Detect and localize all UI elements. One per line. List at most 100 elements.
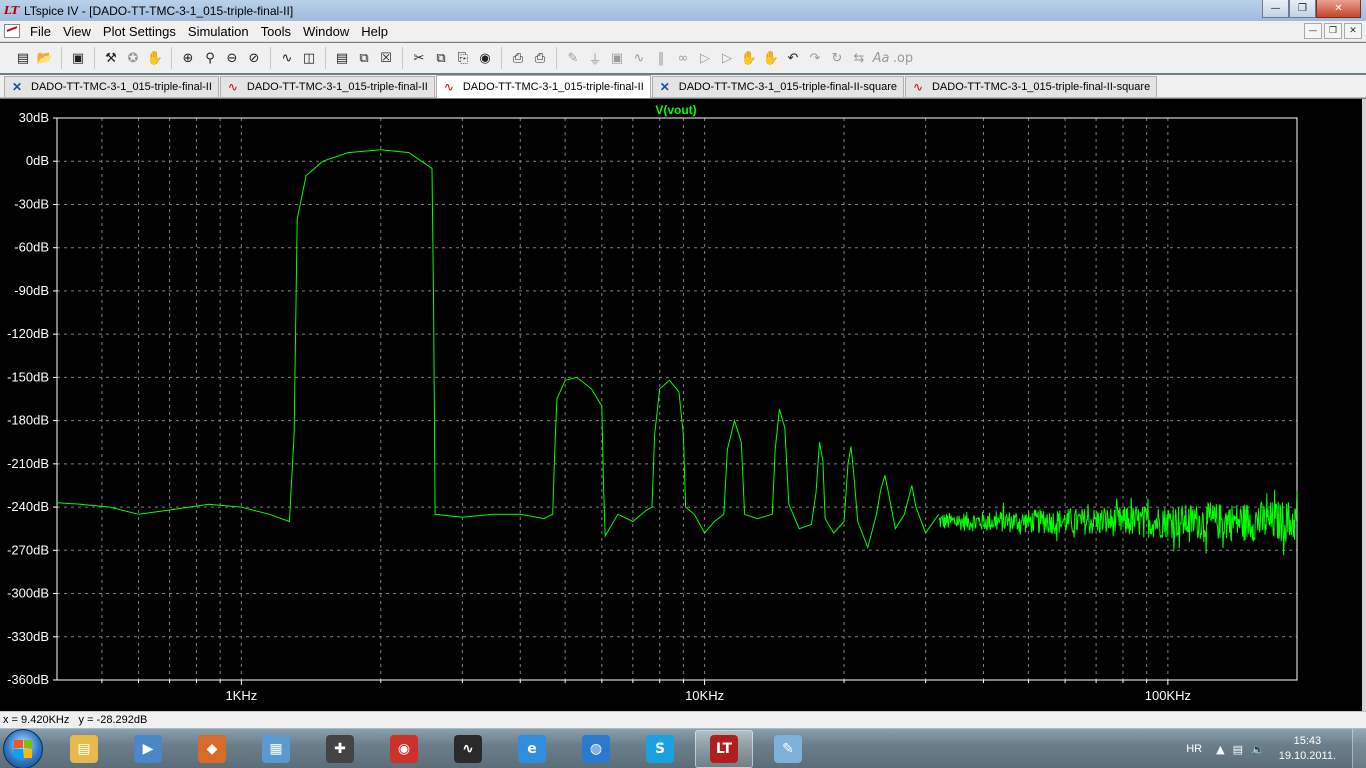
y-tick-label: -210dB bbox=[7, 456, 49, 471]
clock-date: 19.10.2011. bbox=[1278, 750, 1336, 762]
redo-icon[interactable]: ↷ bbox=[804, 47, 826, 69]
show-hidden-icons-icon[interactable]: ▲ bbox=[1216, 743, 1224, 756]
cascade-icon[interactable]: ⧉ bbox=[353, 47, 375, 69]
autorange-icon[interactable]: ∿ bbox=[276, 47, 298, 69]
installer-icon: ◆ bbox=[198, 734, 226, 763]
tab-label: DADO-TT-TMC-3-1_015-triple-final-II-squa… bbox=[931, 81, 1151, 93]
component-icon[interactable]: ▷ bbox=[716, 47, 738, 69]
menu-window[interactable]: Window bbox=[297, 24, 355, 39]
taskbar-button-oscilloscope[interactable]: ∿ bbox=[439, 730, 497, 768]
menu-view[interactable]: View bbox=[57, 24, 97, 39]
start-button[interactable] bbox=[3, 728, 43, 768]
find-icon[interactable]: ◉ bbox=[474, 47, 496, 69]
close-window-icon[interactable]: ☒ bbox=[375, 47, 397, 69]
open-icon[interactable]: 📂 bbox=[34, 47, 56, 69]
waveform-chart[interactable]: 30dB 0dB -30dB -60dB -90dB -120dB -150dB -180dB… bbox=[0, 99, 1362, 711]
resistor-icon[interactable]: ∿ bbox=[628, 47, 650, 69]
tab-plot-2-active[interactable]: ∿ DADO-TT-TMC-3-1_015-triple-final-II bbox=[435, 75, 651, 98]
language-indicator[interactable]: HR bbox=[1186, 743, 1202, 755]
taskbar-button-joystick[interactable]: ✚ bbox=[311, 730, 369, 768]
taskbar-button-ltspice[interactable]: LT bbox=[695, 729, 753, 768]
tile-vertical-icon[interactable]: ◫ bbox=[298, 47, 320, 69]
rotate-icon[interactable]: ↻ bbox=[826, 47, 848, 69]
toolbar-separator bbox=[270, 47, 271, 69]
mdi-close-button[interactable]: ✕ bbox=[1344, 23, 1362, 39]
ltspice-icon: LT bbox=[710, 734, 738, 763]
trace-label-vout[interactable]: V(vout) bbox=[655, 103, 696, 117]
media-player-icon: ▶ bbox=[134, 734, 162, 763]
new-schematic-icon[interactable]: ▤ bbox=[12, 47, 34, 69]
menu-plot-settings[interactable]: Plot Settings bbox=[97, 24, 182, 39]
plot-frame bbox=[56, 117, 1298, 681]
y-tick-label: 30dB bbox=[19, 110, 49, 125]
toolbar-separator bbox=[402, 47, 403, 69]
y-tick-label: -240dB bbox=[7, 499, 49, 514]
tab-schematic-1[interactable]: ✕ DADO-TT-TMC-3-1_015-triple-final-II bbox=[4, 76, 219, 97]
show-desktop-button[interactable] bbox=[1352, 729, 1366, 768]
tab-plot-1[interactable]: ∿ DADO-TT-TMC-3-1_015-triple-final-II bbox=[219, 76, 435, 97]
toolbar-separator bbox=[61, 47, 62, 69]
zoom-pan-icon[interactable]: ⚲ bbox=[199, 47, 221, 69]
plot-pane[interactable]: 30dB 0dB -30dB -60dB -90dB -120dB -150dB -180dB… bbox=[0, 99, 1362, 711]
move-icon[interactable]: ✋ bbox=[738, 47, 760, 69]
paste-icon[interactable]: ⎘ bbox=[452, 47, 474, 69]
plot-window-icon[interactable] bbox=[4, 24, 20, 38]
capacitor-icon[interactable]: ‖ bbox=[650, 47, 672, 69]
spice-directive-icon[interactable]: .op bbox=[892, 47, 914, 69]
label-net-icon[interactable]: ▣ bbox=[606, 47, 628, 69]
draw-wire-icon[interactable]: ✎ bbox=[562, 47, 584, 69]
clock[interactable]: 15:43 19.10.2011. bbox=[1279, 734, 1336, 764]
menu-help[interactable]: Help bbox=[355, 24, 394, 39]
text-icon[interactable]: Aa bbox=[870, 47, 892, 69]
y-tick-label: -120dB bbox=[7, 326, 49, 341]
taskbar-button-media-player[interactable]: ▶ bbox=[119, 730, 177, 768]
taskbar-button-internet-explorer[interactable]: e bbox=[503, 730, 561, 768]
undo-icon[interactable]: ↶ bbox=[782, 47, 804, 69]
ground-icon[interactable]: ⏚ bbox=[584, 47, 606, 69]
drag-icon[interactable]: ✋ bbox=[760, 47, 782, 69]
tab-plot-square[interactable]: ∿ DADO-TT-TMC-3-1_015-triple-final-II-sq… bbox=[904, 76, 1158, 97]
taskbar-button-control-panel[interactable]: ▦ bbox=[247, 730, 305, 768]
vertical-scrollbar[interactable] bbox=[1362, 99, 1366, 711]
control-panel-icon: ▦ bbox=[262, 734, 290, 763]
menu-simulation[interactable]: Simulation bbox=[182, 24, 255, 39]
zoom-cancel-icon[interactable]: ⊘ bbox=[243, 47, 265, 69]
cut-icon[interactable]: ✂ bbox=[408, 47, 430, 69]
tile-horizontal-icon[interactable]: ▤ bbox=[331, 47, 353, 69]
waveform-icon: ∿ bbox=[443, 80, 454, 94]
zoom-in-icon[interactable]: ⊕ bbox=[177, 47, 199, 69]
taskbar-button-browser[interactable]: ◍ bbox=[567, 730, 625, 768]
toolbar-separator bbox=[325, 47, 326, 69]
taskbar-button-security-app[interactable]: ◉ bbox=[375, 730, 433, 768]
volume-icon[interactable]: 🔈 bbox=[1251, 743, 1265, 756]
mirror-icon[interactable]: ⇆ bbox=[848, 47, 870, 69]
maximize-button[interactable]: ❐ bbox=[1289, 0, 1316, 18]
close-button[interactable]: ✕ bbox=[1316, 0, 1361, 18]
document-tabs: ✕ DADO-TT-TMC-3-1_015-triple-final-II ∿ … bbox=[0, 75, 1366, 98]
print-icon[interactable]: ⎙ bbox=[529, 47, 551, 69]
control-panel-icon[interactable]: ⚒ bbox=[100, 47, 122, 69]
menu-tools[interactable]: Tools bbox=[255, 24, 297, 39]
mdi-restore-button[interactable]: ❐ bbox=[1324, 23, 1342, 39]
inductor-icon[interactable]: ∞ bbox=[672, 47, 694, 69]
taskbar-button-notepad[interactable]: ✎ bbox=[759, 730, 817, 768]
tab-schematic-square[interactable]: ✕ DADO-TT-TMC-3-1_015-triple-final-II-sq… bbox=[651, 76, 904, 97]
taskbar-button-installer[interactable]: ◆ bbox=[183, 730, 241, 768]
taskbar-button-skype[interactable]: S bbox=[631, 730, 689, 768]
network-icon[interactable]: ▤ bbox=[1233, 743, 1243, 756]
tab-label: DADO-TT-TMC-3-1_015-triple-final-II bbox=[246, 81, 428, 93]
copy-icon[interactable]: ⧉ bbox=[430, 47, 452, 69]
print-setup-icon[interactable]: ⎙ bbox=[507, 47, 529, 69]
taskbar-button-explorer[interactable]: ▤ bbox=[55, 730, 113, 768]
y-tick-label: -330dB bbox=[7, 629, 49, 644]
zoom-out-icon[interactable]: ⊖ bbox=[221, 47, 243, 69]
minimize-button[interactable]: — bbox=[1262, 0, 1289, 18]
menu-file[interactable]: File bbox=[24, 24, 57, 39]
window-controls: — ❐ ✕ bbox=[1262, 0, 1361, 18]
save-icon[interactable]: ▣ bbox=[67, 47, 89, 69]
halt-icon[interactable]: ✋ bbox=[144, 47, 166, 69]
schematic-icon: ✕ bbox=[11, 80, 23, 94]
mdi-minimize-button[interactable]: — bbox=[1304, 23, 1322, 39]
run-icon[interactable]: ✪ bbox=[122, 47, 144, 69]
diode-icon[interactable]: ▷ bbox=[694, 47, 716, 69]
